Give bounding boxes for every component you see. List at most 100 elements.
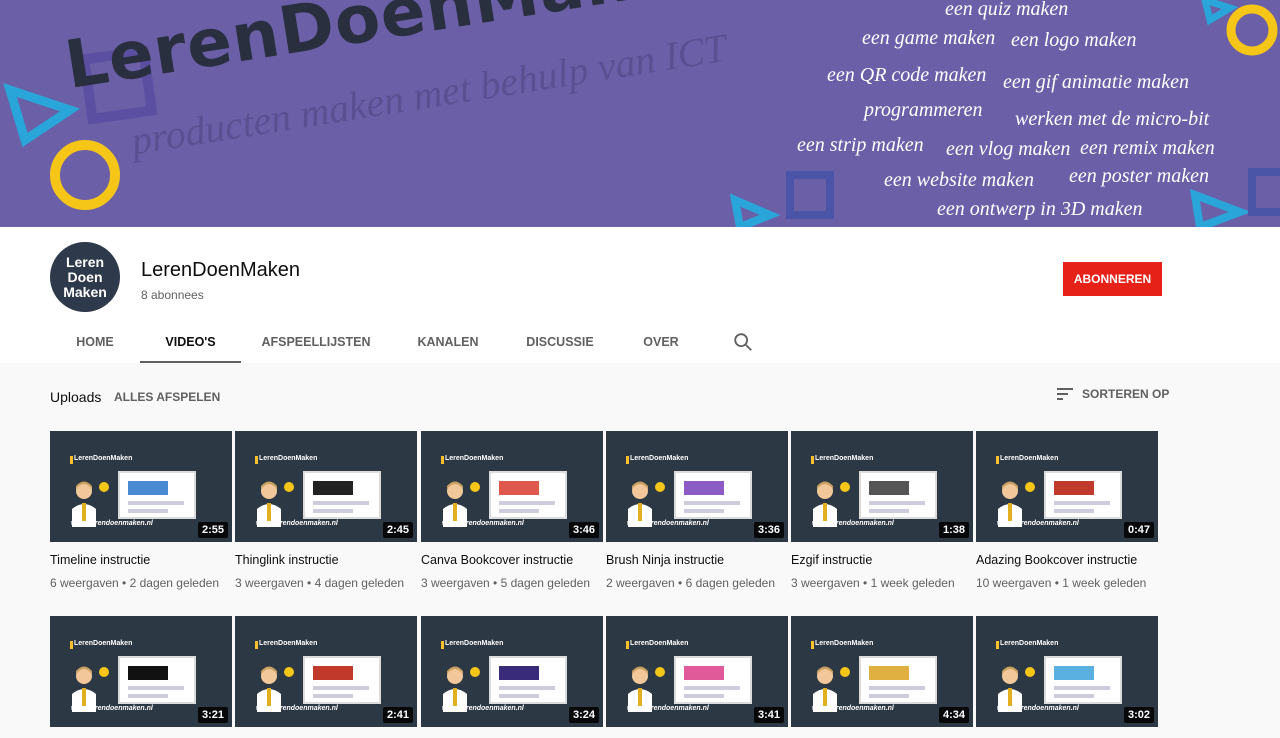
thumbnail-brand: LerenDoenMaken: [259, 640, 318, 647]
screen-line: [869, 509, 909, 513]
thumbnail-url: www.lerendoenmaken.nl: [71, 705, 153, 712]
video-card[interactable]: LerenDoenMaken www.lerendoenmaken.nl 2:55 T…: [50, 431, 232, 590]
tab-videos[interactable]: VIDEO'S: [140, 323, 241, 363]
tab-home[interactable]: HOME: [50, 323, 140, 361]
screen-line: [1054, 686, 1110, 690]
uploads-label: Uploads: [50, 389, 102, 405]
screen-line: [1054, 501, 1110, 505]
banner-tag: een game maken: [862, 27, 996, 49]
thumbnail-brand: LerenDoenMaken: [630, 455, 689, 462]
video-title[interactable]: Adazing Bookcover instructie: [976, 553, 1158, 567]
screen-line: [128, 509, 168, 513]
video-thumbnail[interactable]: LerenDoenMaken www.lerendoenmaken.nl 2:55: [50, 431, 232, 542]
avatar-text: Maken: [63, 283, 107, 300]
sort-button[interactable]: SORTEREN OP: [1057, 387, 1169, 401]
thumbnail-url: www.lerendoenmaken.nl: [256, 520, 338, 527]
thumbnail-brand: LerenDoenMaken: [630, 640, 689, 647]
video-meta: 2 weergaven • 6 dagen geleden: [606, 576, 776, 590]
video-title[interactable]: Ezgif instructie: [791, 553, 973, 567]
screen-line: [499, 501, 555, 505]
brand-mark: [626, 641, 629, 649]
brand-mark: [70, 641, 73, 649]
video-card[interactable]: LerenDoenMaken www.lerendoenmaken.nl 0:47 A…: [976, 431, 1158, 590]
video-duration: 1:38: [938, 522, 969, 538]
video-card[interactable]: LerenDoenMaken www.lerendoenmaken.nl 3:36 B…: [606, 431, 788, 590]
screen-accent: [684, 481, 724, 495]
video-title[interactable]: Brush Ninja instructie: [606, 553, 788, 567]
video-title[interactable]: Thinglink instructie: [235, 553, 417, 567]
thumbnail-brand: LerenDoenMaken: [259, 455, 318, 462]
thumbnail-screen: [303, 656, 381, 704]
video-card[interactable]: LerenDoenMaken www.lerendoenmaken.nl 3:46 C…: [421, 431, 603, 590]
screen-accent: [313, 666, 353, 680]
subscriber-count: 8 abonnees: [141, 288, 204, 302]
video-duration: 3:21: [197, 707, 228, 723]
video-thumbnail[interactable]: LerenDoenMaken www.lerendoenmaken.nl 1:38: [791, 431, 973, 542]
banner-tag: een gif animatie maken: [1003, 71, 1190, 93]
thumbnail-url: www.lerendoenmaken.nl: [812, 705, 894, 712]
tab-channels[interactable]: KANALEN: [408, 323, 488, 361]
screen-line: [684, 501, 740, 505]
channel-avatar[interactable]: Leren Doen Maken: [50, 242, 120, 312]
video-thumbnail[interactable]: LerenDoenMaken www.lerendoenmaken.nl 4:34: [791, 616, 973, 727]
thumbnail-brand: LerenDoenMaken: [74, 455, 133, 462]
video-title[interactable]: Canva Bookcover instructie: [421, 553, 603, 567]
thumbnail-screen: [118, 471, 196, 519]
video-duration: 2:41: [382, 707, 413, 723]
screen-line: [128, 694, 168, 698]
brand-mark: [255, 456, 258, 464]
video-thumbnail[interactable]: LerenDoenMaken www.lerendoenmaken.nl 3:24: [421, 616, 603, 727]
brand-mark: [626, 456, 629, 464]
screen-line: [128, 686, 184, 690]
tab-about[interactable]: OVER: [630, 323, 692, 361]
banner-tag: een quiz maken: [945, 0, 1069, 20]
video-thumbnail[interactable]: LerenDoenMaken www.lerendoenmaken.nl 3:21: [50, 616, 232, 727]
video-thumbnail[interactable]: LerenDoenMaken www.lerendoenmaken.nl 3:02: [976, 616, 1158, 727]
video-thumbnail[interactable]: LerenDoenMaken www.lerendoenmaken.nl 3:36: [606, 431, 788, 542]
screen-line: [313, 501, 369, 505]
video-thumbnail[interactable]: LerenDoenMaken www.lerendoenmaken.nl 0:47: [976, 431, 1158, 542]
screen-line: [499, 686, 555, 690]
screen-accent: [869, 666, 909, 680]
brand-mark: [441, 456, 444, 464]
subscribe-button[interactable]: ABONNEREN: [1063, 262, 1162, 296]
video-card[interactable]: LerenDoenMaken www.lerendoenmaken.nl 1:38 E…: [791, 431, 973, 590]
screen-line: [313, 686, 369, 690]
screen-accent: [128, 666, 168, 680]
sort-label: SORTEREN OP: [1082, 387, 1170, 401]
thumbnail-brand: LerenDoenMaken: [445, 640, 504, 647]
thumbnail-screen: [118, 656, 196, 704]
tab-discussion[interactable]: DISCUSSIE: [520, 323, 600, 361]
brand-mark: [70, 456, 73, 464]
video-thumbnail[interactable]: LerenDoenMaken www.lerendoenmaken.nl 3:41: [606, 616, 788, 727]
brand-mark: [996, 456, 999, 464]
video-thumbnail[interactable]: LerenDoenMaken www.lerendoenmaken.nl 2:45: [235, 431, 417, 542]
thumbnail-url: www.lerendoenmaken.nl: [442, 520, 524, 527]
video-thumbnail[interactable]: LerenDoenMaken www.lerendoenmaken.nl 3:46: [421, 431, 603, 542]
video-duration: 4:34: [938, 707, 969, 723]
thumbnail-brand: LerenDoenMaken: [815, 640, 874, 647]
screen-line: [684, 694, 724, 698]
banner-tag: een strip maken: [797, 134, 924, 156]
thumbnail-brand: LerenDoenMaken: [74, 640, 133, 647]
screen-accent: [684, 666, 724, 680]
screen-line: [313, 694, 353, 698]
video-title[interactable]: Timeline instructie: [50, 553, 232, 567]
avatar-text: Leren: [65, 253, 105, 270]
banner-tag: een QR code maken: [827, 64, 987, 86]
video-card[interactable]: LerenDoenMaken www.lerendoenmaken.nl 2:45 T…: [235, 431, 417, 590]
thumbnail-screen: [674, 471, 752, 519]
thumbnail-screen: [859, 656, 937, 704]
screen-line: [499, 509, 539, 513]
play-all-button[interactable]: ALLES AFSPELEN: [114, 390, 220, 404]
screen-line: [684, 686, 740, 690]
tab-playlists[interactable]: AFSPEELLIJSTEN: [256, 323, 376, 361]
thumbnail-brand: LerenDoenMaken: [1000, 640, 1059, 647]
screen-accent: [499, 481, 539, 495]
screen-line: [313, 509, 353, 513]
search-icon[interactable]: [732, 331, 754, 353]
screen-line: [869, 694, 909, 698]
video-thumbnail[interactable]: LerenDoenMaken www.lerendoenmaken.nl 2:41: [235, 616, 417, 727]
banner-tag: een website maken: [884, 169, 1034, 191]
thumbnail-screen: [1044, 471, 1122, 519]
